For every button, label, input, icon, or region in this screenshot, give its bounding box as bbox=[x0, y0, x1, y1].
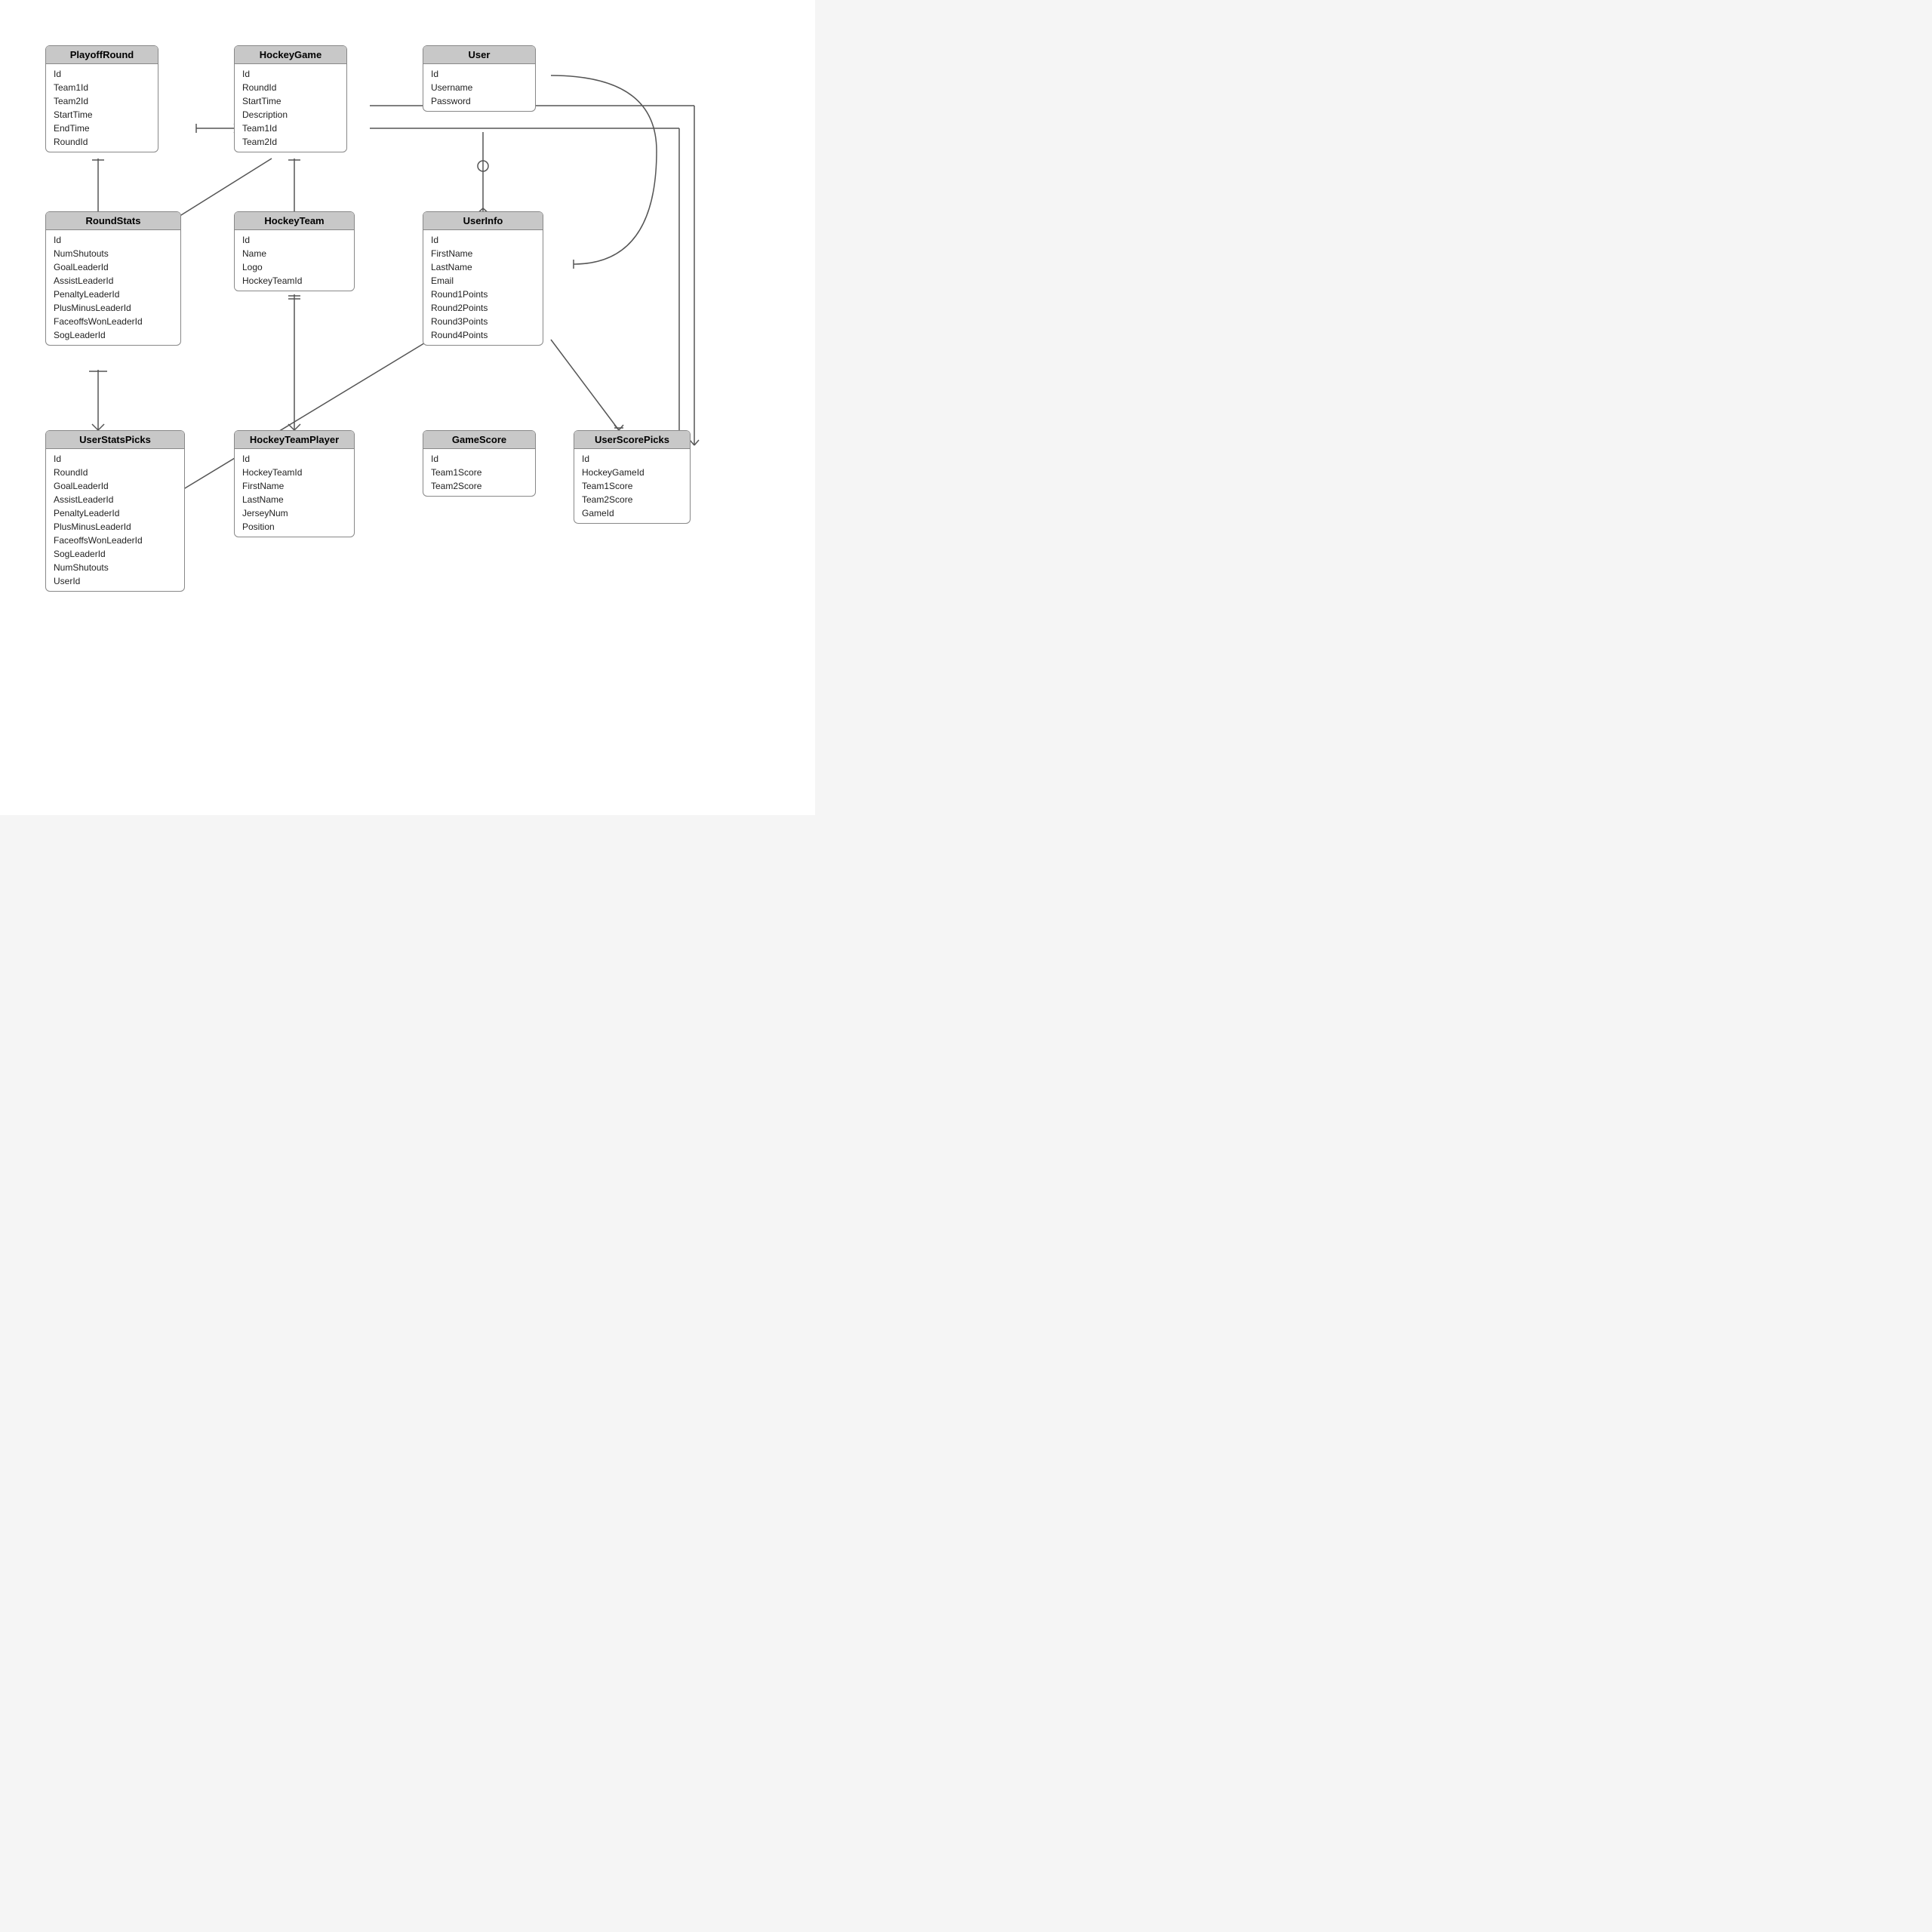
entity-row: PlusMinusLeaderId bbox=[54, 301, 173, 315]
diagram-container: PlayoffRound Id Team1Id Team2Id StartTim… bbox=[0, 0, 815, 815]
entity-row: AssistLeaderId bbox=[54, 493, 177, 506]
entity-gamescore-header: GameScore bbox=[423, 431, 535, 449]
entity-row: Team1Score bbox=[582, 479, 682, 493]
entity-row: Round1Points bbox=[431, 288, 535, 301]
entity-row: RoundId bbox=[242, 81, 339, 94]
entity-row: StartTime bbox=[54, 108, 150, 122]
entity-row: NumShutouts bbox=[54, 561, 177, 574]
entity-row: Round2Points bbox=[431, 301, 535, 315]
entity-userstatspicks-body: Id RoundId GoalLeaderId AssistLeaderId P… bbox=[46, 449, 184, 591]
entity-row: Description bbox=[242, 108, 339, 122]
entity-userinfo-body: Id FirstName LastName Email Round1Points… bbox=[423, 230, 543, 345]
entity-row: Password bbox=[431, 94, 528, 108]
entity-hockeyteam-header: HockeyTeam bbox=[235, 212, 354, 230]
entity-row: Team1Score bbox=[431, 466, 528, 479]
entity-hockeyteamplayer: HockeyTeamPlayer Id HockeyTeamId FirstNa… bbox=[234, 430, 355, 537]
entity-row: Id bbox=[582, 452, 682, 466]
entity-row: Id bbox=[54, 452, 177, 466]
entity-row: Team2Score bbox=[582, 493, 682, 506]
entity-row: FirstName bbox=[431, 247, 535, 260]
entity-row: HockeyTeamId bbox=[242, 466, 346, 479]
entity-row: Id bbox=[431, 452, 528, 466]
entity-userscorepicks-header: UserScorePicks bbox=[574, 431, 690, 449]
entity-row: Round4Points bbox=[431, 328, 535, 342]
entity-userstatspicks-header: UserStatsPicks bbox=[46, 431, 184, 449]
entity-user: User Id Username Password bbox=[423, 45, 536, 112]
entity-row: FaceoffsWonLeaderId bbox=[54, 315, 173, 328]
entity-gamescore: GameScore Id Team1Score Team2Score bbox=[423, 430, 536, 497]
entity-row: Id bbox=[54, 233, 173, 247]
entity-row: Email bbox=[431, 274, 535, 288]
entity-hockeygame: HockeyGame Id RoundId StartTime Descript… bbox=[234, 45, 347, 152]
entity-row: StartTime bbox=[242, 94, 339, 108]
entity-row: GoalLeaderId bbox=[54, 479, 177, 493]
entity-row: RoundId bbox=[54, 135, 150, 149]
entity-user-header: User bbox=[423, 46, 535, 64]
entity-row: Id bbox=[242, 233, 346, 247]
entity-roundstats-header: RoundStats bbox=[46, 212, 180, 230]
entity-row: Logo bbox=[242, 260, 346, 274]
entity-row: RoundId bbox=[54, 466, 177, 479]
entity-row: PenaltyLeaderId bbox=[54, 506, 177, 520]
entity-playoffround: PlayoffRound Id Team1Id Team2Id StartTim… bbox=[45, 45, 158, 152]
entity-row: GameId bbox=[582, 506, 682, 520]
entity-row: Id bbox=[431, 233, 535, 247]
entity-hockeygame-body: Id RoundId StartTime Description Team1Id… bbox=[235, 64, 346, 152]
entity-user-body: Id Username Password bbox=[423, 64, 535, 111]
entity-row: PlusMinusLeaderId bbox=[54, 520, 177, 534]
entity-userinfo-header: UserInfo bbox=[423, 212, 543, 230]
entity-row: SogLeaderId bbox=[54, 328, 173, 342]
entity-row: HockeyTeamId bbox=[242, 274, 346, 288]
entity-row: HockeyGameId bbox=[582, 466, 682, 479]
entity-row: NumShutouts bbox=[54, 247, 173, 260]
entity-row: Id bbox=[242, 67, 339, 81]
entity-playoffround-body: Id Team1Id Team2Id StartTime EndTime Rou… bbox=[46, 64, 158, 152]
entity-row: LastName bbox=[242, 493, 346, 506]
entity-hockeyteam: HockeyTeam Id Name Logo HockeyTeamId bbox=[234, 211, 355, 291]
entity-row: Team1Id bbox=[242, 122, 339, 135]
entity-hockeyteamplayer-header: HockeyTeamPlayer bbox=[235, 431, 354, 449]
entity-row: Position bbox=[242, 520, 346, 534]
entity-playoffround-header: PlayoffRound bbox=[46, 46, 158, 64]
entity-row: Team1Id bbox=[54, 81, 150, 94]
entity-userinfo: UserInfo Id FirstName LastName Email Rou… bbox=[423, 211, 543, 346]
entity-userscorepicks: UserScorePicks Id HockeyGameId Team1Scor… bbox=[574, 430, 691, 524]
entity-roundstats: RoundStats Id NumShutouts GoalLeaderId A… bbox=[45, 211, 181, 346]
entity-row: UserId bbox=[54, 574, 177, 588]
entity-row: Id bbox=[54, 67, 150, 81]
entity-row: FirstName bbox=[242, 479, 346, 493]
entity-row: LastName bbox=[431, 260, 535, 274]
entity-hockeyteam-body: Id Name Logo HockeyTeamId bbox=[235, 230, 354, 291]
entity-userstatspicks: UserStatsPicks Id RoundId GoalLeaderId A… bbox=[45, 430, 185, 592]
entity-row: Team2Id bbox=[54, 94, 150, 108]
entity-row: Team2Id bbox=[242, 135, 339, 149]
entity-row: SogLeaderId bbox=[54, 547, 177, 561]
entity-gamescore-body: Id Team1Score Team2Score bbox=[423, 449, 535, 496]
entity-row: Round3Points bbox=[431, 315, 535, 328]
entity-hockeyteamplayer-body: Id HockeyTeamId FirstName LastName Jerse… bbox=[235, 449, 354, 537]
entity-row: Team2Score bbox=[431, 479, 528, 493]
entity-row: Id bbox=[431, 67, 528, 81]
entity-row: FaceoffsWonLeaderId bbox=[54, 534, 177, 547]
entity-userscorepicks-body: Id HockeyGameId Team1Score Team2Score Ga… bbox=[574, 449, 690, 523]
entity-row: Id bbox=[242, 452, 346, 466]
entity-row: Username bbox=[431, 81, 528, 94]
entity-row: Name bbox=[242, 247, 346, 260]
entity-roundstats-body: Id NumShutouts GoalLeaderId AssistLeader… bbox=[46, 230, 180, 345]
entity-row: GoalLeaderId bbox=[54, 260, 173, 274]
entity-hockeygame-header: HockeyGame bbox=[235, 46, 346, 64]
entity-row: JerseyNum bbox=[242, 506, 346, 520]
entity-row: EndTime bbox=[54, 122, 150, 135]
entity-row: AssistLeaderId bbox=[54, 274, 173, 288]
entity-row: PenaltyLeaderId bbox=[54, 288, 173, 301]
